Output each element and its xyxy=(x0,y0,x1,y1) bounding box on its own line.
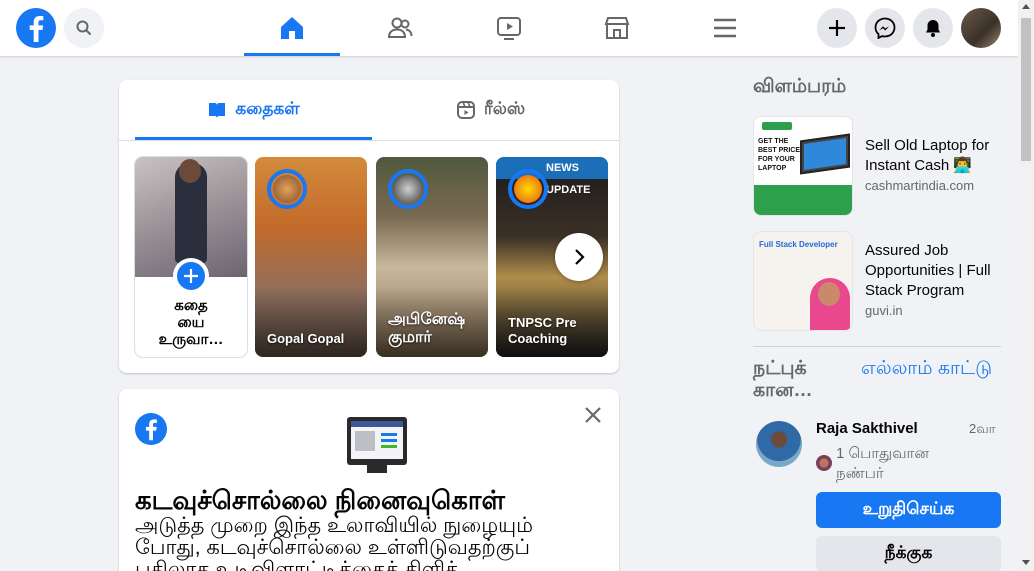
tab-reels-label: ரீல்ஸ் xyxy=(483,99,526,118)
confirm-request-button[interactable]: உறுதிசெய்க xyxy=(816,492,1001,528)
search-button[interactable] xyxy=(64,8,104,48)
ad-image-text: Full Stack Developer xyxy=(759,240,838,249)
ad-green-band xyxy=(754,185,852,215)
sidebar-divider xyxy=(753,346,1001,347)
monitor-avatar xyxy=(355,431,375,451)
close-button[interactable] xyxy=(581,403,605,427)
ad-domain: cashmartindia.com xyxy=(865,178,975,193)
book-icon xyxy=(209,103,226,118)
ad-image: GET THE BEST PRICE FOR YOUR LAPTOP xyxy=(753,116,853,216)
create-story-card[interactable]: கதை யை உருவா… xyxy=(135,157,247,357)
add-story-button[interactable] xyxy=(173,258,209,294)
page-scrollbar[interactable] xyxy=(1018,0,1034,571)
home-icon xyxy=(281,17,303,39)
story-avatar-image xyxy=(514,175,542,203)
story-name: அபினேஷ் குமார் xyxy=(388,311,466,346)
remember-password-body: அடுத்த முறை இந்த உலாவியில் நுழையும் போது… xyxy=(135,514,533,571)
close-icon xyxy=(585,407,601,423)
reels-icon xyxy=(456,101,475,119)
monitor-line xyxy=(381,445,397,448)
create-story-label: கதை யை உருவா… xyxy=(158,297,224,348)
nav-tab-friends[interactable] xyxy=(352,0,448,56)
story-avatar xyxy=(508,169,548,209)
monitor-line xyxy=(381,439,397,442)
laptop-icon xyxy=(800,133,850,175)
friend-request-avatar[interactable] xyxy=(756,421,802,467)
profile-avatar[interactable] xyxy=(961,8,1001,48)
monitor-line xyxy=(381,433,397,436)
nav-tab-menu[interactable] xyxy=(677,0,773,56)
ad-item[interactable]: GET THE BEST PRICE FOR YOUR LAPTOP Sell … xyxy=(753,116,1001,216)
notifications-button[interactable] xyxy=(913,8,953,48)
scroll-down-arrow-icon[interactable] xyxy=(1022,560,1030,565)
facebook-logo-icon xyxy=(135,413,167,445)
search-icon xyxy=(76,20,91,35)
notifications-bell-icon xyxy=(926,20,940,37)
ad-domain: guvi.in xyxy=(865,303,903,318)
advertiser-logo xyxy=(762,122,792,130)
watch-video-icon xyxy=(497,17,521,40)
computer-monitor-icon xyxy=(347,417,407,465)
nav-tab-watch[interactable] xyxy=(461,0,557,56)
messenger-button[interactable] xyxy=(865,8,905,48)
nav-tab-home[interactable] xyxy=(244,0,340,56)
profile-head xyxy=(179,159,201,183)
story-avatar-image xyxy=(273,175,301,203)
scrollbar-thumb[interactable] xyxy=(1021,18,1031,161)
top-navigation-bar xyxy=(0,0,1018,56)
friends-icon xyxy=(387,17,413,38)
monitor-stand xyxy=(367,465,387,473)
monitor-header xyxy=(351,421,403,427)
story-card[interactable]: அபினேஷ் குமார் xyxy=(376,157,488,357)
chevron-right-icon xyxy=(575,249,585,265)
plus-icon xyxy=(184,269,198,283)
stories-next-button[interactable] xyxy=(555,233,603,281)
ad-title: Assured Job Opportunities | Full Stack P… xyxy=(865,242,991,299)
friend-request-name[interactable]: Raja Sakthivel xyxy=(816,420,918,437)
tab-stories-label: கதைகள் xyxy=(235,99,300,118)
ad-item[interactable]: Full Stack Developer Assured Job Opportu… xyxy=(753,231,1001,331)
see-all-link[interactable]: எல்லாம் காட்டு xyxy=(861,358,992,382)
story-name: TNPSC Pre Coaching xyxy=(508,315,577,346)
remember-password-card: கடவுச்சொல்லை நினைவுகொள் அடுத்த முறை இந்த… xyxy=(119,389,619,571)
laptop-screen xyxy=(804,138,846,170)
nav-tab-marketplace[interactable] xyxy=(569,0,665,56)
mutual-friend-avatar xyxy=(816,455,832,471)
ad-image-text: GET THE BEST PRICE FOR YOUR LAPTOP xyxy=(758,138,801,172)
messenger-icon xyxy=(874,17,896,39)
stories-divider xyxy=(119,140,619,141)
story-name: Gopal Gopal xyxy=(267,331,345,346)
tab-reels[interactable]: ரீல்ஸ் xyxy=(372,80,609,140)
story-avatar xyxy=(388,169,428,209)
plus-icon xyxy=(829,20,845,36)
create-button[interactable] xyxy=(817,8,857,48)
person-face xyxy=(818,282,840,306)
ad-image: Full Stack Developer xyxy=(753,231,853,331)
delete-request-button[interactable]: நீக்குக xyxy=(816,536,1001,571)
marketplace-icon xyxy=(604,17,630,39)
menu-icon xyxy=(714,18,736,38)
sponsored-heading: விளம்பரம் xyxy=(753,76,847,97)
stories-card: கதைகள் ரீல்ஸ் கதை யை உருவா… Gopal Gopal … xyxy=(119,80,619,373)
mutual-friends-text: 1 பொதுவான நண்பர் xyxy=(836,445,929,482)
story-avatar-image xyxy=(394,175,422,203)
story-card[interactable]: Gopal Gopal xyxy=(255,157,367,357)
friend-requests-heading: நட்புக் கான… xyxy=(753,358,813,401)
friend-request-time: 2வா xyxy=(969,421,996,436)
ad-title: Sell Old Laptop for Instant Cash 👨‍💻 xyxy=(865,137,990,174)
story-avatar xyxy=(267,169,307,209)
tab-stories[interactable]: கதைகள் xyxy=(135,80,372,140)
scroll-up-arrow-icon[interactable] xyxy=(1022,4,1030,9)
facebook-logo-icon[interactable] xyxy=(16,8,56,48)
